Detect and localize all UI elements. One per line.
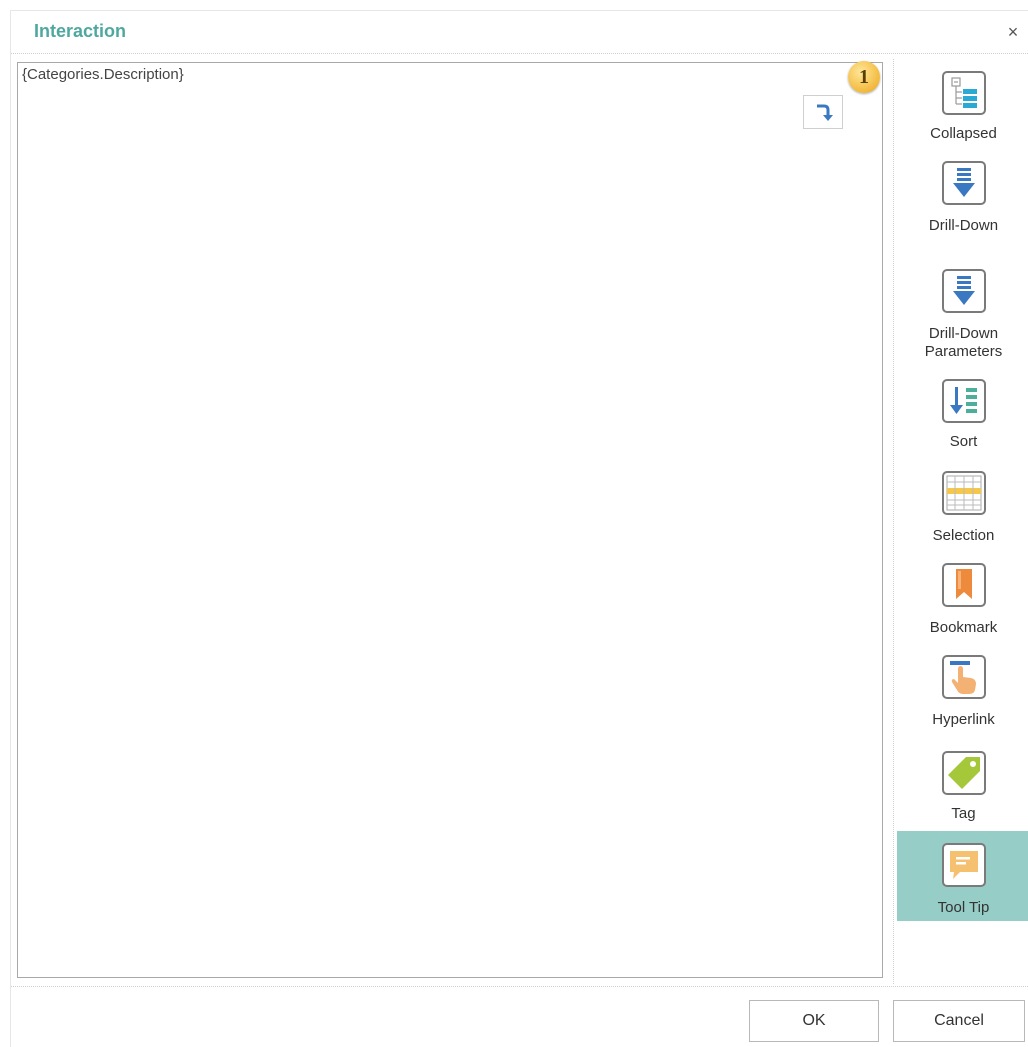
hyperlink-hand-icon — [942, 655, 986, 699]
selection-grid-icon — [942, 471, 986, 515]
sidebar-item-collapsed[interactable]: Collapsed — [897, 59, 1028, 151]
bookmark-icon — [942, 563, 986, 607]
dialog-titlebar: Interaction × — [11, 11, 1028, 54]
sidebar-item-selection[interactable]: Selection — [897, 453, 1028, 545]
insert-expression-button[interactable] — [803, 95, 843, 129]
sidebar-item-label: Collapsed — [930, 125, 997, 142]
cancel-button[interactable]: Cancel — [893, 1000, 1025, 1042]
sidebar-item-label: Tool Tip — [937, 899, 990, 916]
sidebar-item-label: Hyperlink — [932, 711, 995, 728]
collapsed-tree-icon — [942, 71, 986, 115]
dialog-title: Interaction — [34, 21, 127, 41]
expression-editor[interactable]: {Categories.Description} 1 — [17, 61, 883, 978]
sidebar-item-tool-tip[interactable]: Tool Tip — [897, 831, 1028, 921]
sidebar-item-drill-down[interactable]: Drill-Down — [897, 151, 1028, 243]
sidebar-item-sort[interactable]: Sort — [897, 355, 1028, 453]
close-icon[interactable]: × — [1004, 23, 1022, 41]
ok-button[interactable]: OK — [749, 1000, 879, 1042]
expression-text[interactable]: {Categories.Description} — [22, 66, 184, 83]
sidebar-item-label: Sort — [949, 433, 978, 450]
tag-icon — [942, 751, 986, 795]
interaction-type-sidebar: Collapsed Drill-Down Drill-Down Paramete… — [893, 59, 1028, 984]
sidebar-item-label: Drill-Down — [928, 217, 999, 234]
sidebar-item-label: Bookmark — [929, 619, 998, 636]
footer-divider — [11, 986, 1028, 987]
sidebar-item-label: Selection — [932, 527, 995, 544]
drill-down-parameters-icon — [942, 269, 986, 313]
arrow-return-icon — [817, 104, 833, 121]
drill-down-arrow-icon — [942, 161, 986, 205]
sidebar-item-tag[interactable]: Tag — [897, 729, 1028, 829]
interaction-dialog: Interaction × {Categories.Description} 1 — [10, 10, 1028, 1047]
sidebar-item-bookmark[interactable]: Bookmark — [897, 545, 1028, 637]
sidebar-item-hyperlink[interactable]: Hyperlink — [897, 637, 1028, 729]
step-number-badge: 1 — [848, 61, 880, 93]
sort-icon — [942, 379, 986, 423]
tooltip-bubble-icon — [942, 843, 986, 887]
sidebar-item-drill-down-parameters[interactable]: Drill-Down Parameters — [897, 243, 1028, 360]
sidebar-item-label: Tag — [951, 805, 976, 822]
